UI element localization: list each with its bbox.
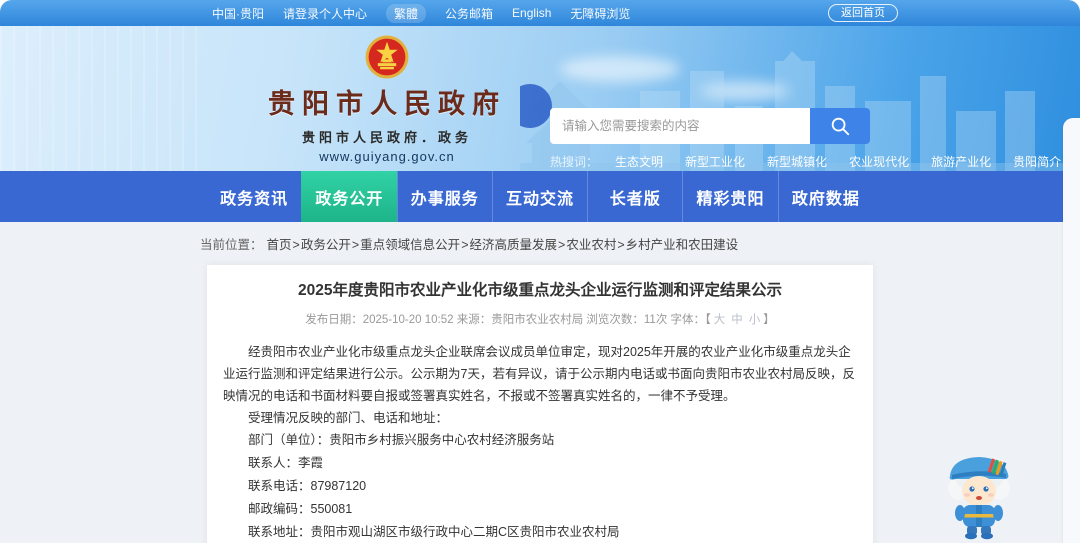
hot-search-row: 热搜词： 生态文明 新型工业化 新型城镇化 农业现代化 旅游产业化 贵阳简介 [550,153,1061,170]
breadcrumb-separator: > [617,238,625,252]
nav-tab-长者版[interactable]: 长者版 [587,171,682,222]
hot-search-word[interactable]: 旅游产业化 [931,153,991,170]
breadcrumb-link[interactable]: 经济高质量发展 [470,238,558,252]
article-meta: 发布日期：2025-10-20 10:52 来源：贵阳市农业农村局 浏览次数：1… [223,311,857,327]
national-emblem-icon [365,35,409,79]
font-size-option[interactable]: 中 [731,314,743,326]
topbar-link[interactable]: 中国·贵阳 [212,5,264,22]
nav-tab-政务公开[interactable]: 政务公开 [301,171,397,222]
article-paragraph: 经贵阳市农业产业化市级重点龙头企业联席会议成员单位审定，现对2025年开展的农业… [223,345,855,403]
search-button[interactable] [810,108,870,144]
site-url: www.guiyang.gov.cn [319,149,455,164]
breadcrumb-separator: > [558,238,566,252]
contact-lines: 部门（单位）：贵阳市乡村振兴服务中心农村经济服务站 联系人：李霞联系电话：8798… [223,429,857,543]
hot-search-word[interactable]: 贵阳简介 [1013,153,1061,170]
site-subtitle: 贵阳市人民政府．政务 [301,130,472,145]
site-name: 贵阳市人民政府 [268,89,506,119]
top-utility-bar: 中国·贵阳 请登录个人中心 繁體 公务邮箱 English 无障碍浏览 返回首页 [0,0,1080,26]
article-paragraph: 受理情况反映的部门、电话和地址： [248,411,449,425]
breadcrumb-link[interactable]: 乡村产业和农田建设 [626,238,739,252]
breadcrumb-link[interactable]: 政务公开 [301,238,351,252]
nav-tab-政务资讯[interactable]: 政务资讯 [207,171,301,222]
contact-line: 联系电话：87987120 [248,479,367,493]
contact-line: 联系人：李霞 [248,456,324,470]
breadcrumb-link[interactable]: 首页 [267,238,292,252]
topbar-link[interactable]: 繁體 [386,3,427,23]
topbar-links: 中国·贵阳 请登录个人中心 繁體 公务邮箱 English 无障碍浏览 [0,3,630,23]
breadcrumb-label: 当前位置： [200,238,263,252]
hot-search-label: 热搜词： [550,155,599,169]
breadcrumb-path: 首页>政务公开>重点领域信息公开>经济高质量发展>农业农村>乡村产业和农田建设 [267,234,739,253]
font-size-option[interactable]: 大 [714,314,726,326]
scrollbar-track[interactable] [1063,118,1080,543]
breadcrumb-separator: > [461,238,469,252]
site-logo[interactable]: 贵阳市人民政府 贵阳市人民政府．政务 www.guiyang.gov.cn [232,34,542,164]
article-card: 2025年度贵阳市农业产业化市级重点龙头企业运行监测和评定结果公示 发布日期：2… [207,265,873,543]
topbar-link[interactable]: 公务邮箱 [445,5,493,22]
nav-tab-办事服务[interactable]: 办事服务 [396,171,492,222]
hot-search-word[interactable]: 新型工业化 [685,153,745,170]
article-body: 经贵阳市农业产业化市级重点龙头企业联席会议成员单位审定，现对2025年开展的农业… [223,341,857,429]
breadcrumb-link[interactable]: 农业农村 [566,238,616,252]
article-meta-info: 发布日期：2025-10-20 10:52 来源：贵阳市农业农村局 浏览次数：1… [305,314,711,326]
mascot-character[interactable] [938,448,1020,540]
decor-stripes [0,26,205,171]
hot-search-word[interactable]: 生态文明 [615,153,663,170]
hot-search-word[interactable]: 农业现代化 [849,153,909,170]
topbar-link[interactable]: 无障碍浏览 [570,5,630,22]
contact-line: 邮政编码：550081 [248,502,353,516]
hot-search-word[interactable]: 新型城镇化 [767,153,827,170]
nav-tab-政府数据[interactable]: 政府数据 [777,171,873,222]
nav-tab-互动交流[interactable]: 互动交流 [491,171,587,222]
breadcrumb-link[interactable]: 重点领域信息公开 [360,238,460,252]
contact-line: 联系地址：贵阳市观山湖区市级行政中心二期C区贵阳市农业农村局 [248,525,620,539]
breadcrumb: 当前位置： 首页>政务公开>重点领域信息公开>经济高质量发展>农业农村>乡村产业… [200,234,1080,253]
back-to-home-button[interactable]: 返回首页 [828,4,898,22]
site-header: 贵阳市人民政府 贵阳市人民政府．政务 www.guiyang.gov.cn 热搜… [0,26,1080,171]
nav-tab-精彩贵阳[interactable]: 精彩贵阳 [682,171,777,222]
breadcrumb-separator: > [351,238,360,252]
font-size-option[interactable]: 小 [749,314,761,326]
main-navigation: 政务资讯 政务公开 办事服务 互动交流 长者版 精彩贵阳 政府数据 [0,171,1080,222]
topbar-link[interactable]: English [512,6,551,20]
search-icon [831,117,850,136]
browser-page: 中国·贵阳 请登录个人中心 繁體 公务邮箱 English 无障碍浏览 返回首页 [0,0,1080,543]
topbar-link[interactable]: 请登录个人中心 [283,5,367,22]
article-meta-close: 】 [763,314,775,326]
hot-search-words: 生态文明 新型工业化 新型城镇化 农业现代化 旅游产业化 贵阳简介 [615,153,1061,170]
search-input[interactable] [550,108,810,144]
breadcrumb-separator: > [292,238,300,252]
search-area: 热搜词： 生态文明 新型工业化 新型城镇化 农业现代化 旅游产业化 贵阳简介 [550,108,1061,170]
article-title: 2025年度贵阳市农业产业化市级重点龙头企业运行监测和评定结果公示 [298,282,782,299]
contact-line: 部门（单位）：贵阳市乡村振兴服务中心农村经济服务站 [248,433,555,447]
